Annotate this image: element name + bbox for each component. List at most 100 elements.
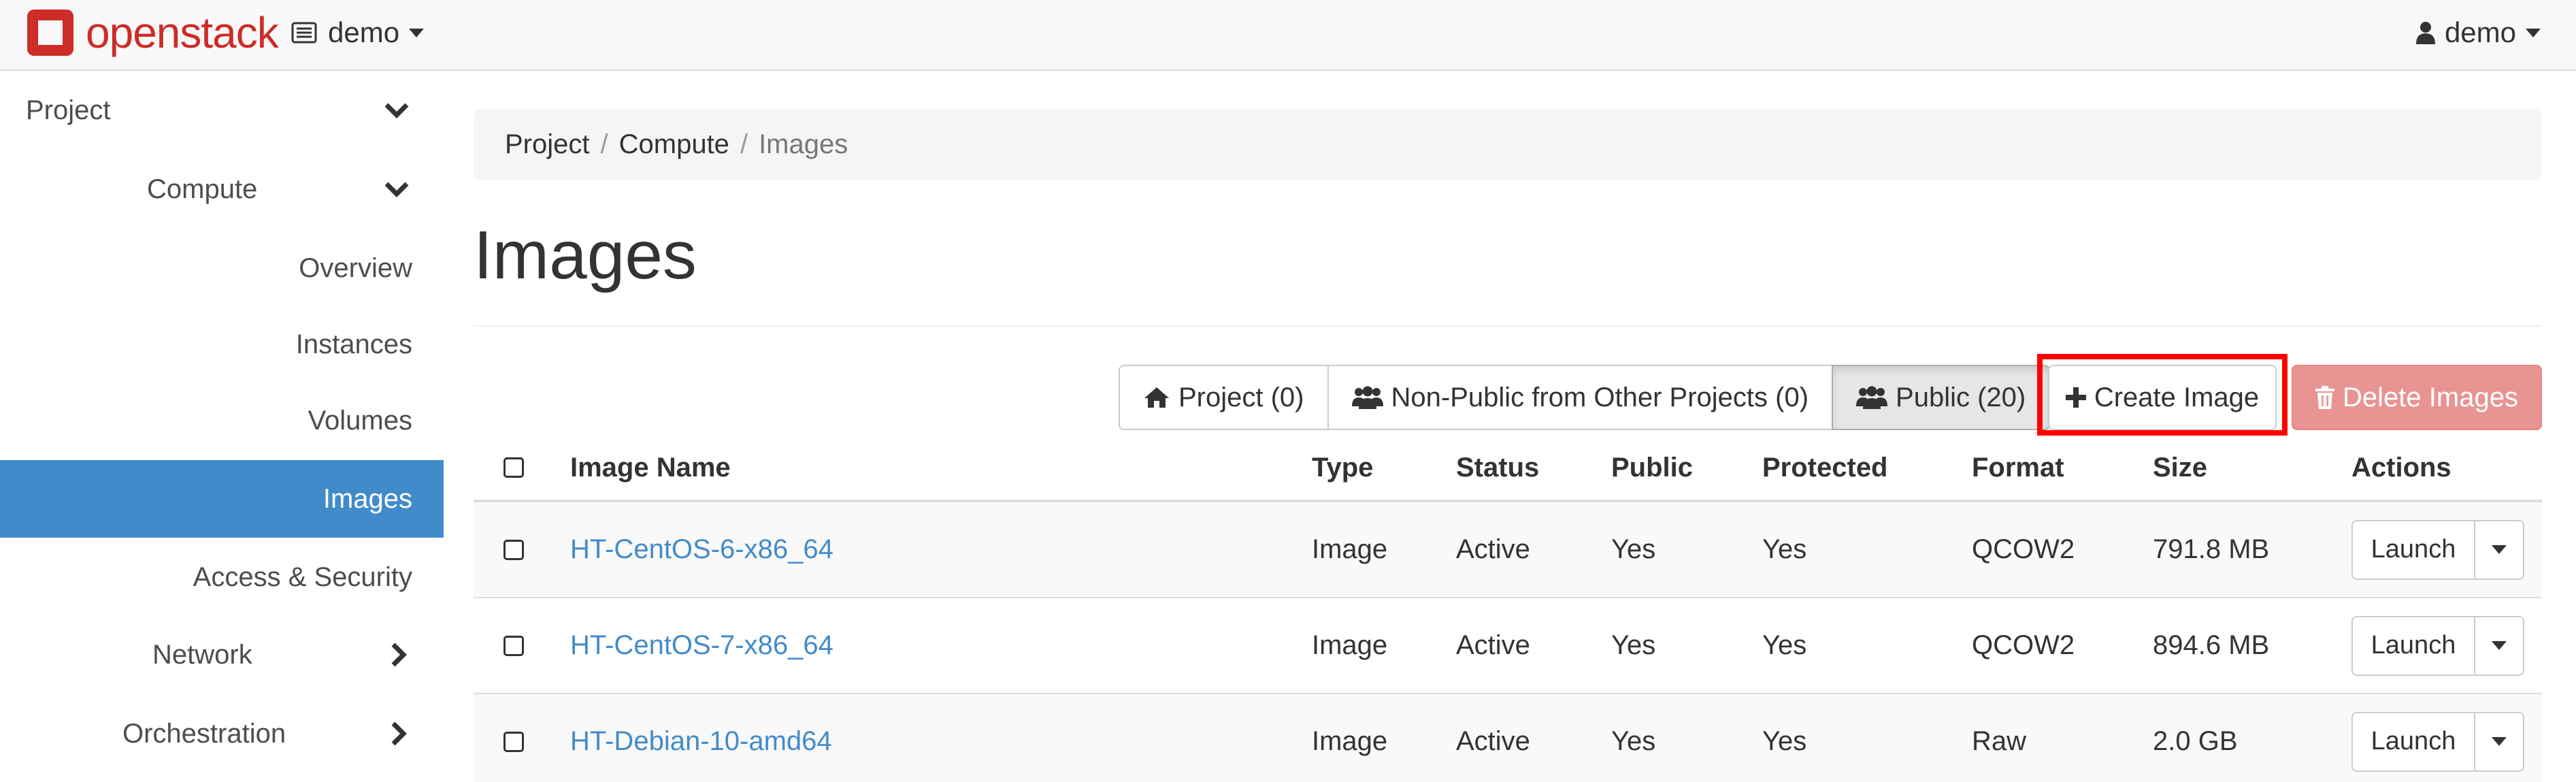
images-table: Image Name Type Status Public Protected … (474, 436, 2542, 782)
caret-down-icon (2492, 545, 2507, 554)
filter-button-group: Project (0) Non-Public from Other Projec… (1119, 365, 2051, 430)
sidebar-item-images[interactable]: Images (0, 460, 444, 538)
image-protected-cell: Yes (1762, 630, 1807, 660)
sidebar-item-label: Network (152, 639, 252, 670)
breadcrumb-project[interactable]: Project (505, 129, 590, 160)
sidebar-item-compute[interactable]: Compute (0, 151, 444, 227)
sidebar-item-label: Images (323, 483, 412, 514)
launch-button[interactable]: Launch (2351, 519, 2475, 580)
row-checkbox[interactable] (503, 731, 524, 752)
user-menu[interactable]: demo (2415, 14, 2541, 52)
row-actions-dropdown[interactable] (2475, 519, 2524, 580)
image-format-cell: Raw (1972, 726, 2027, 756)
caret-down-icon (2526, 28, 2541, 37)
row-select-cell (503, 502, 524, 597)
column-header-protected[interactable]: Protected (1762, 436, 1888, 500)
user-menu-label: demo (2444, 16, 2516, 48)
user-icon (2415, 21, 2435, 44)
image-type-cell: Image (1312, 726, 1388, 756)
home-icon (1143, 386, 1170, 409)
row-checkbox[interactable] (503, 539, 524, 560)
launch-button[interactable]: Launch (2351, 615, 2475, 676)
image-name-link[interactable]: HT-CentOS-7-x86_64 (570, 630, 833, 661)
breadcrumb-separator: / (740, 129, 748, 159)
column-header-status[interactable]: Status (1456, 436, 1539, 500)
sidebar-item-orchestration[interactable]: Orchestration (0, 696, 444, 772)
launch-button-group: Launch (2351, 615, 2524, 676)
column-header-format[interactable]: Format (1972, 436, 2064, 500)
image-name-link[interactable]: HT-Debian-10-amd64 (570, 726, 832, 757)
filter-public-label: Public (20) (1896, 382, 2026, 412)
image-name-cell: HT-CentOS-7-x86_64 (570, 598, 833, 693)
sidebar-item-overview[interactable]: Overview (0, 230, 444, 306)
breadcrumb-images: Images (759, 129, 848, 159)
row-checkbox[interactable] (503, 635, 524, 656)
chevron-down-icon (384, 102, 410, 118)
launch-button[interactable]: Launch (2351, 711, 2475, 772)
filter-project-button[interactable]: Project (0) (1119, 365, 1329, 430)
project-selector[interactable]: demo (291, 14, 425, 52)
row-actions-dropdown[interactable] (2475, 615, 2524, 676)
actions-cell: Launch (2351, 502, 2524, 597)
sidebar-item-label: Compute (147, 174, 258, 204)
chevron-down-icon (384, 181, 410, 197)
sidebar-item-network[interactable]: Network (0, 617, 444, 693)
users-icon (1856, 386, 1888, 409)
delete-images-button[interactable]: Delete Images (2292, 365, 2542, 430)
openstack-logo-icon (24, 7, 76, 59)
image-status-cell: Active (1456, 726, 1530, 756)
breadcrumb-separator: / (600, 129, 608, 159)
image-public-cell: Yes (1611, 630, 1656, 660)
sidebar-item-access-security[interactable]: Access & Security (0, 539, 444, 615)
plus-icon (2065, 387, 2086, 408)
row-actions-dropdown[interactable] (2475, 711, 2524, 772)
trash-icon (2315, 386, 2335, 409)
image-type-cell: Image (1312, 534, 1388, 564)
project-selector-label: demo (328, 16, 400, 48)
image-format-cell: QCOW2 (1972, 534, 2075, 564)
column-header-type[interactable]: Type (1312, 436, 1373, 500)
image-name-cell: HT-Debian-10-amd64 (570, 694, 832, 782)
brand[interactable]: openstack (24, 5, 279, 60)
launch-button-group: Launch (2351, 711, 2524, 772)
column-header-public[interactable]: Public (1611, 436, 1693, 500)
create-image-button[interactable]: Create Image (2048, 365, 2277, 430)
table-header: Image Name Type Status Public Protected … (474, 436, 2542, 502)
actions-cell: Launch (2351, 598, 2524, 693)
table-row: HT-CentOS-6-x86_64 Image Active Yes Yes … (474, 502, 2542, 598)
image-status-cell: Active (1456, 534, 1530, 564)
table-row: HT-Debian-10-amd64 Image Active Yes Yes … (474, 694, 2542, 782)
filter-public-button[interactable]: Public (20) (1832, 365, 2051, 430)
launch-button-group: Launch (2351, 519, 2524, 580)
image-size-cell: 2.0 GB (2153, 726, 2238, 756)
breadcrumb-compute[interactable]: Compute (619, 129, 729, 160)
caret-down-icon (409, 28, 425, 37)
breadcrumb: Project / Compute / Images (474, 109, 2542, 180)
caret-down-icon (2492, 737, 2507, 746)
table-row: HT-CentOS-7-x86_64 Image Active Yes Yes … (474, 598, 2542, 694)
image-name-cell: HT-CentOS-6-x86_64 (570, 502, 833, 597)
page-title: Images (474, 217, 697, 293)
filter-non-public-button[interactable]: Non-Public from Other Projects (0) (1327, 365, 1834, 430)
image-protected-cell: Yes (1762, 726, 1807, 756)
sidebar-item-label: Project (26, 95, 111, 125)
image-type-cell: Image (1312, 630, 1388, 660)
image-format-cell: QCOW2 (1972, 630, 2075, 660)
column-header-size[interactable]: Size (2153, 436, 2207, 500)
select-all-checkbox[interactable] (503, 457, 524, 478)
sidebar-item-instances[interactable]: Instances (0, 306, 444, 382)
project-selector-icon (291, 22, 317, 44)
column-header-image-name[interactable]: Image Name (570, 436, 731, 500)
row-select-cell (503, 598, 524, 693)
brand-text: openstack (86, 8, 279, 57)
image-protected-cell: Yes (1762, 534, 1807, 564)
image-name-link[interactable]: HT-CentOS-6-x86_64 (570, 534, 833, 565)
sidebar-item-project[interactable]: Project (0, 72, 444, 148)
delete-images-label: Delete Images (2343, 382, 2518, 412)
sidebar: Project Compute Overview Instances Volum… (0, 72, 444, 782)
title-divider (474, 325, 2542, 327)
image-size-cell: 894.6 MB (2153, 630, 2270, 660)
chevron-right-icon (391, 721, 407, 747)
row-select-cell (503, 694, 524, 782)
sidebar-item-volumes[interactable]: Volumes (0, 382, 444, 459)
